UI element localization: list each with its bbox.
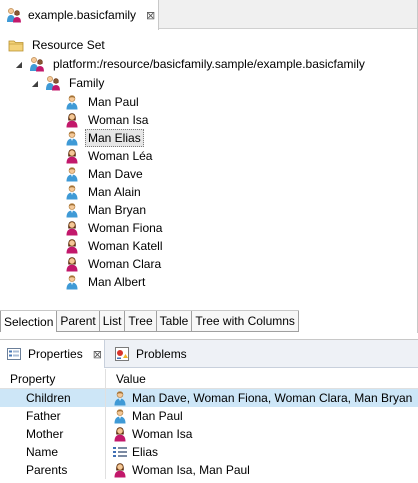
column-header-value[interactable]: Value xyxy=(106,369,418,389)
property-name: Father xyxy=(0,407,106,425)
tree-item-label: Woman Clara xyxy=(88,257,162,271)
woman-icon xyxy=(64,148,80,164)
tab-properties[interactable]: Properties ⊠ xyxy=(0,340,105,368)
tree-item-label: platform:/resource/basicfamily.sample/ex… xyxy=(53,57,365,71)
tab-list[interactable]: List xyxy=(99,311,126,332)
man-icon xyxy=(112,390,128,406)
expanded-chevron-icon[interactable]: ◢ xyxy=(14,60,24,69)
properties-tab-label: Properties xyxy=(28,347,83,361)
tab-tree-with-columns[interactable]: Tree with Columns xyxy=(192,311,299,332)
tree-item-label: Woman Isa xyxy=(88,113,149,127)
table-row[interactable]: Children Man Dave, Woman Fiona, Woman Cla… xyxy=(0,389,418,407)
problems-tab-label: Problems xyxy=(136,347,187,361)
tree-item-resource[interactable]: ◢ platform:/resource/basicfamily.sample/… xyxy=(14,55,368,73)
close-icon[interactable]: ⊠ xyxy=(146,9,155,22)
close-icon[interactable]: ⊠ xyxy=(93,348,102,361)
expanded-chevron-icon[interactable]: ◢ xyxy=(30,79,40,88)
tab-selection[interactable]: Selection xyxy=(0,311,58,332)
tree-item-label: Woman Katell xyxy=(88,239,163,253)
property-value: Man Dave, Woman Fiona, Woman Clara, Man … xyxy=(132,391,413,405)
property-value: Woman Isa xyxy=(132,427,193,441)
property-name: Parents xyxy=(0,461,106,479)
woman-icon xyxy=(64,238,80,254)
resource-tree: Resource Set ◢ platform:/resource/basicf… xyxy=(0,32,418,308)
table-row[interactable]: Parents Woman Isa, Man Paul xyxy=(0,461,418,479)
tree-item-resource-set[interactable]: Resource Set xyxy=(8,36,108,54)
table-row[interactable]: Mother Woman Isa xyxy=(0,425,418,443)
property-name: Name xyxy=(0,443,106,461)
property-value-cell[interactable]: Woman Isa xyxy=(106,425,418,443)
tree-item-family[interactable]: ◢ Family xyxy=(30,74,107,92)
tab-tree[interactable]: Tree xyxy=(125,311,157,332)
editor-tab[interactable]: example.basicfamily ⊠ xyxy=(0,0,159,30)
tree-item-member[interactable]: Woman Léa xyxy=(64,147,155,165)
tree-item-label: Man Albert xyxy=(88,275,146,289)
column-header-property[interactable]: Property xyxy=(0,369,106,389)
tree-item-label: Woman Léa xyxy=(88,149,153,163)
tab-table[interactable]: Table xyxy=(156,311,193,332)
properties-view: Properties ⊠ Problems Property Value Chi… xyxy=(0,339,418,483)
property-value-cell[interactable]: Woman Isa, Man Paul xyxy=(106,461,418,479)
tree-item-label: Man Bryan xyxy=(88,203,147,217)
tree-item-member[interactable]: Woman Katell xyxy=(64,237,165,255)
property-value: Woman Isa, Man Paul xyxy=(132,463,250,477)
tree-item-label: Man Dave xyxy=(88,167,143,181)
woman-icon xyxy=(112,462,128,478)
woman-icon xyxy=(64,112,80,128)
properties-rows: Children Man Dave, Woman Fiona, Woman Cla… xyxy=(0,389,418,479)
tree-item-member[interactable]: Man Alain xyxy=(64,183,144,201)
tree-item-label: Family xyxy=(69,76,105,90)
property-value: Elias xyxy=(132,445,159,459)
table-row[interactable]: Name Elias xyxy=(0,443,418,461)
property-name: Children xyxy=(0,389,106,407)
editor-tab-title: example.basicfamily xyxy=(28,8,137,22)
property-value-cell[interactable]: Man Dave, Woman Fiona, Woman Clara, Man … xyxy=(106,389,418,407)
family-icon xyxy=(45,75,61,91)
man-icon xyxy=(64,184,80,200)
tree-item-member[interactable]: Woman Fiona xyxy=(64,219,165,237)
tab-problems[interactable]: Problems xyxy=(108,340,187,368)
editor-page-tabs: Selection Parent List Tree Table Tree wi… xyxy=(0,310,299,332)
tree-item-member[interactable]: Man Paul xyxy=(64,93,142,111)
tree-item-member[interactable]: Man Dave xyxy=(64,165,146,183)
tree-item-member[interactable]: Woman Isa xyxy=(64,111,151,129)
text-property-icon xyxy=(112,444,128,460)
woman-icon xyxy=(112,426,128,442)
tree-item-label: Man Alain xyxy=(88,185,141,199)
man-icon xyxy=(64,94,80,110)
properties-tab-bar: Properties ⊠ Problems xyxy=(0,340,418,368)
tree-item-label: Man Elias xyxy=(85,129,144,147)
property-value-cell[interactable]: Elias xyxy=(106,443,418,461)
family-icon xyxy=(6,7,22,23)
woman-icon xyxy=(64,256,80,272)
man-icon xyxy=(64,202,80,218)
man-icon xyxy=(64,274,80,290)
man-icon xyxy=(64,166,80,182)
tab-parent[interactable]: Parent xyxy=(57,311,100,332)
tree-item-member[interactable]: Man Bryan xyxy=(64,201,149,219)
tree-item-label: Man Paul xyxy=(88,95,139,109)
tree-item-member[interactable]: Woman Clara xyxy=(64,255,164,273)
tree-item-member[interactable]: Man Albert xyxy=(64,273,148,291)
editor-tab-bar: example.basicfamily ⊠ xyxy=(0,0,417,30)
table-row[interactable]: Father Man Paul xyxy=(0,407,418,425)
tree-item-label: Woman Fiona xyxy=(88,221,163,235)
man-icon xyxy=(112,408,128,424)
man-icon xyxy=(64,130,80,146)
properties-icon xyxy=(6,346,22,362)
property-name: Mother xyxy=(0,425,106,443)
woman-icon xyxy=(64,220,80,236)
editor-pane: example.basicfamily ⊠ Resource Set ◢ pla… xyxy=(0,0,418,333)
property-value: Man Paul xyxy=(132,409,183,423)
properties-table: Property Value Children Man Dave, Woman F… xyxy=(0,369,418,479)
family-icon xyxy=(29,56,45,72)
problems-icon xyxy=(114,346,130,362)
tree-item-label: Resource Set xyxy=(32,38,105,52)
folder-icon xyxy=(8,37,24,53)
properties-table-header: Property Value xyxy=(0,369,418,389)
property-value-cell[interactable]: Man Paul xyxy=(106,407,418,425)
tree-item-member[interactable]: Man Elias xyxy=(64,129,144,147)
